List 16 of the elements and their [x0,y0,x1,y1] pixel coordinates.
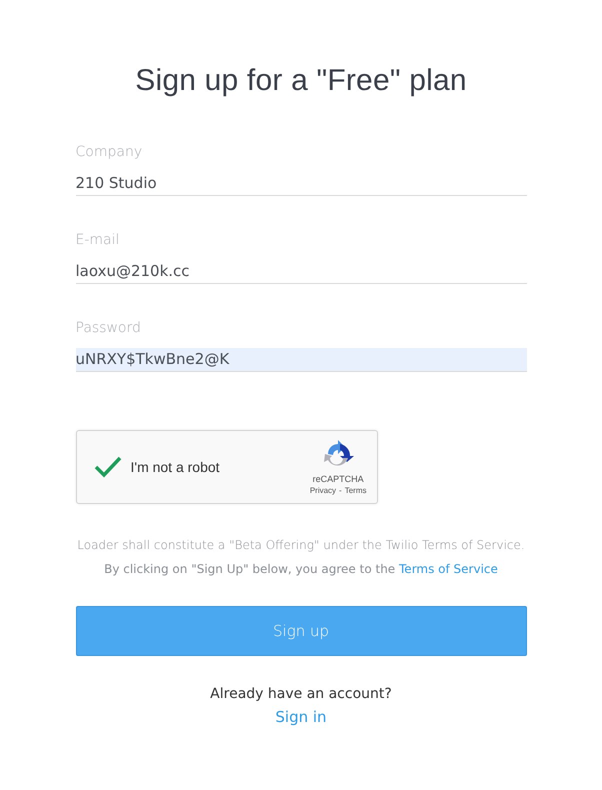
input-field[interactable]: uNRXY$TkwBne2@K [76,348,526,372]
captcha-checkbox[interactable] [92,455,122,479]
agreement-text: By clicking on "Sign Up" below, you agree to the Terms of Service [104,562,498,576]
terms-link[interactable]: Terms [344,486,366,494]
field-label: Password [76,320,142,336]
input-field[interactable]: 210 Studio [76,172,526,196]
captcha-brand: reCAPTCHA [312,474,364,484]
account-question: Already have an account? [210,686,392,702]
field-label: Company [76,144,144,160]
captcha-label: I'm not a robot [130,459,221,475]
beta-notice: Loader shall constitute a "Beta Offering" under the Twilio Terms of Service. [77,538,525,552]
input-field[interactable]: laoxu@210k.cc [76,260,526,284]
link-separator: - [339,486,342,494]
privacy-link[interactable]: Privacy [310,486,336,494]
field-label: E-mail [76,232,120,248]
page-title: Sign up for a "Free" plan [135,64,467,98]
